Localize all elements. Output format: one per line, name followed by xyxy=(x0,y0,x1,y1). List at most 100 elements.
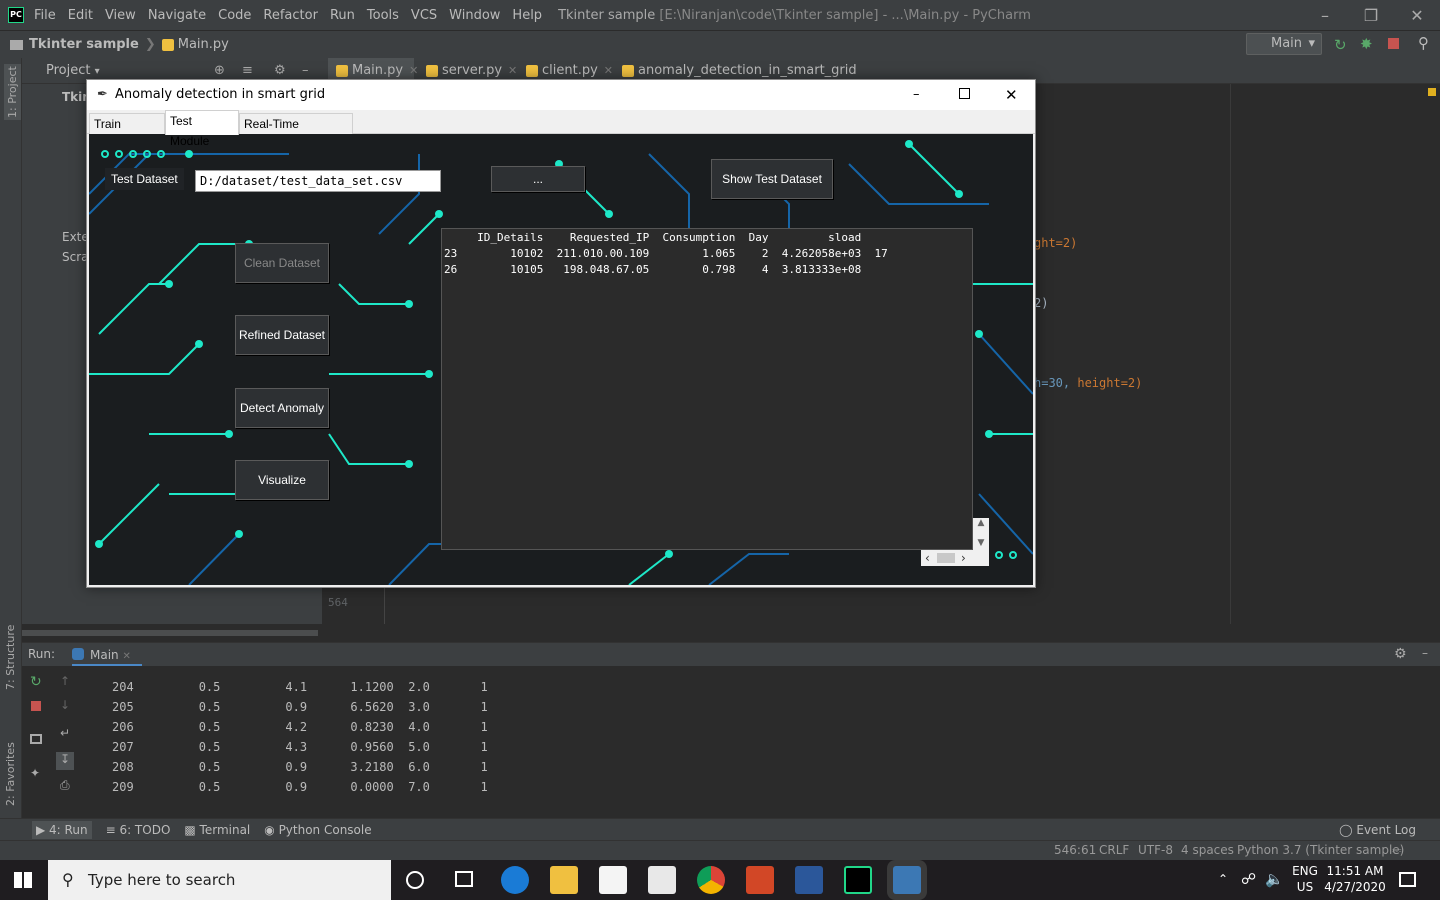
toolwin-label: Terminal xyxy=(199,822,251,837)
interpreter[interactable]: Python 3.7 (Tkinter sample) xyxy=(1237,843,1404,857)
hide-icon[interactable]: – xyxy=(1422,646,1428,660)
refined-dataset-button[interactable]: Refined Dataset xyxy=(235,315,329,355)
cortana-icon[interactable] xyxy=(406,871,424,889)
task-view-icon[interactable] xyxy=(455,871,473,887)
toolwin-event-log[interactable]: ◯ Event Log xyxy=(1339,823,1416,837)
project-pane-label[interactable]: Project xyxy=(46,63,90,78)
windows-start-icon[interactable] xyxy=(14,872,32,888)
scrollbar-thumb[interactable] xyxy=(937,553,955,563)
close-tab-icon[interactable]: ✕ xyxy=(122,651,130,662)
network-icon[interactable]: ☍ xyxy=(1241,870,1256,888)
indent-setting[interactable]: 4 spaces xyxy=(1181,843,1234,857)
menu-window[interactable]: Window xyxy=(449,8,500,23)
menu-run[interactable]: Run xyxy=(330,8,355,23)
menu-tools[interactable]: Tools xyxy=(367,8,399,23)
mail-icon[interactable] xyxy=(648,866,676,894)
chrome-icon[interactable] xyxy=(697,866,725,894)
clean-dataset-button[interactable]: Clean Dataset xyxy=(235,243,329,283)
breadcrumb-file[interactable]: Main.py xyxy=(178,37,229,52)
horizontal-scrollbar[interactable] xyxy=(22,630,318,636)
toolwin-todo[interactable]: ≡ 6: TODO xyxy=(106,823,171,837)
run-config-label: Main xyxy=(1271,36,1303,51)
scroll-right-icon[interactable]: › xyxy=(961,550,966,566)
debug-icon[interactable]: ✸ xyxy=(1360,35,1373,53)
test-module-panel: Test Dataset D:/dataset/test_data_set.cs… xyxy=(89,134,1033,585)
tab-train-module[interactable]: Train Module xyxy=(89,113,165,151)
maximize-icon[interactable] xyxy=(959,88,970,99)
minimize-icon[interactable]: – xyxy=(1302,6,1348,25)
test-dataset-path-input[interactable]: D:/dataset/test_data_set.csv xyxy=(195,170,441,192)
menu-edit[interactable]: Edit xyxy=(68,8,93,23)
tab-test-module[interactable]: Test Module xyxy=(165,110,239,148)
dataset-text-area[interactable]: ID_Details Requested_IP Consumption Day … xyxy=(441,228,973,550)
line-separator[interactable]: CRLF xyxy=(1099,843,1129,857)
search-icon[interactable]: ⚲ xyxy=(1418,34,1429,52)
minimize-icon[interactable]: – xyxy=(913,80,920,110)
run-config-select[interactable]: Main ▾ xyxy=(1246,33,1322,55)
edge-icon[interactable] xyxy=(501,866,529,894)
python-icon[interactable] xyxy=(893,866,921,894)
show-test-dataset-button[interactable]: Show Test Dataset xyxy=(711,159,833,199)
scroll-end-icon[interactable]: ↧ xyxy=(56,752,74,770)
layout-icon[interactable] xyxy=(30,734,42,744)
lock-icon[interactable]: ⎓ xyxy=(1392,843,1402,858)
stop-icon[interactable] xyxy=(31,701,41,711)
volume-icon[interactable]: 🔈 xyxy=(1265,870,1284,888)
down-arrow-icon[interactable]: ↓ xyxy=(60,698,70,712)
file-encoding[interactable]: UTF-8 xyxy=(1138,843,1173,857)
detect-anomaly-button[interactable]: Detect Anomaly xyxy=(235,388,329,428)
rerun-icon[interactable]: ↻ xyxy=(1334,36,1347,54)
rerun-icon[interactable]: ↻ xyxy=(30,674,42,690)
toolwin-label: 4: Run xyxy=(49,822,88,837)
toolwin-terminal[interactable]: ▩ Terminal xyxy=(184,823,250,837)
menu-help[interactable]: Help xyxy=(512,8,542,23)
breadcrumb-project[interactable]: Tkinter sample xyxy=(29,37,139,52)
horizontal-scrollbar[interactable]: ‹ › xyxy=(921,550,973,566)
close-icon[interactable]: ✕ xyxy=(1005,80,1018,110)
up-arrow-icon[interactable]: ↑ xyxy=(60,674,70,688)
notifications-icon[interactable] xyxy=(1399,872,1416,887)
window-title: Tkinter sample [E:\Niranjan\code\Tkinter… xyxy=(558,8,1031,23)
side-tab-structure[interactable]: 7: Structure xyxy=(4,625,17,690)
menu-refactor[interactable]: Refactor xyxy=(263,8,318,23)
tab-real-time-detection[interactable]: Real-Time Detection xyxy=(239,113,353,151)
caret-position[interactable]: 546:61 xyxy=(1054,843,1096,857)
store-icon[interactable] xyxy=(599,866,627,894)
side-tab-project[interactable]: 1: Project xyxy=(4,64,21,120)
close-tab-icon[interactable]: ✕ xyxy=(508,64,517,77)
powerpoint-icon[interactable] xyxy=(746,866,774,894)
chevron-down-icon[interactable]: ▾ xyxy=(95,66,100,77)
restore-icon[interactable]: ❐ xyxy=(1348,6,1394,25)
input-language[interactable]: ENG US xyxy=(1290,864,1320,894)
taskbar-search[interactable]: ⚲ Type here to search xyxy=(48,860,391,900)
visualize-button[interactable]: Visualize xyxy=(235,460,329,500)
gear-icon[interactable]: ⚙ xyxy=(1394,646,1407,662)
file-explorer-icon[interactable] xyxy=(550,866,578,894)
close-tab-icon[interactable]: ✕ xyxy=(604,64,613,77)
close-tab-icon[interactable]: ✕ xyxy=(409,64,418,77)
stop-icon[interactable] xyxy=(1388,38,1399,49)
run-output[interactable]: ↻ ↑ ↓ ↵ ↧ ✦ ⎙ 204 0.5 4.1 1.1200 2.0 1 2… xyxy=(22,666,1440,818)
menu-file[interactable]: File xyxy=(34,8,56,23)
run-tab-main[interactable]: Main ✕ xyxy=(72,643,142,667)
output-line: 204 0.5 4.1 1.1200 2.0 1 xyxy=(112,680,488,694)
tree-external-libraries[interactable]: Exte xyxy=(62,230,89,244)
pycharm-icon[interactable] xyxy=(844,866,872,894)
toolwin-run[interactable]: ▶ 4: Run xyxy=(32,820,92,839)
clock[interactable]: 11:51 AM 4/27/2020 xyxy=(1322,864,1388,894)
print-icon[interactable]: ⎙ xyxy=(60,778,70,793)
menu-code[interactable]: Code xyxy=(218,8,251,23)
scroll-left-icon[interactable]: ‹ xyxy=(925,550,930,566)
tray-chevron-up-icon[interactable]: ⌃ xyxy=(1218,872,1228,886)
menu-view[interactable]: View xyxy=(105,8,136,23)
toolwin-python-console[interactable]: ◉ Python Console xyxy=(264,823,371,837)
vertical-scrollbar[interactable]: ▲ ▼ xyxy=(973,518,989,566)
browse-button[interactable]: ... xyxy=(491,166,585,192)
pin-icon[interactable]: ✦ xyxy=(30,766,40,780)
side-tab-favorites[interactable]: 2: Favorites xyxy=(4,742,17,806)
word-icon[interactable] xyxy=(795,866,823,894)
menu-navigate[interactable]: Navigate xyxy=(148,8,206,23)
menu-vcs[interactable]: VCS xyxy=(411,8,437,23)
close-icon[interactable]: ✕ xyxy=(1394,6,1440,25)
soft-wrap-icon[interactable]: ↵ xyxy=(60,726,70,740)
